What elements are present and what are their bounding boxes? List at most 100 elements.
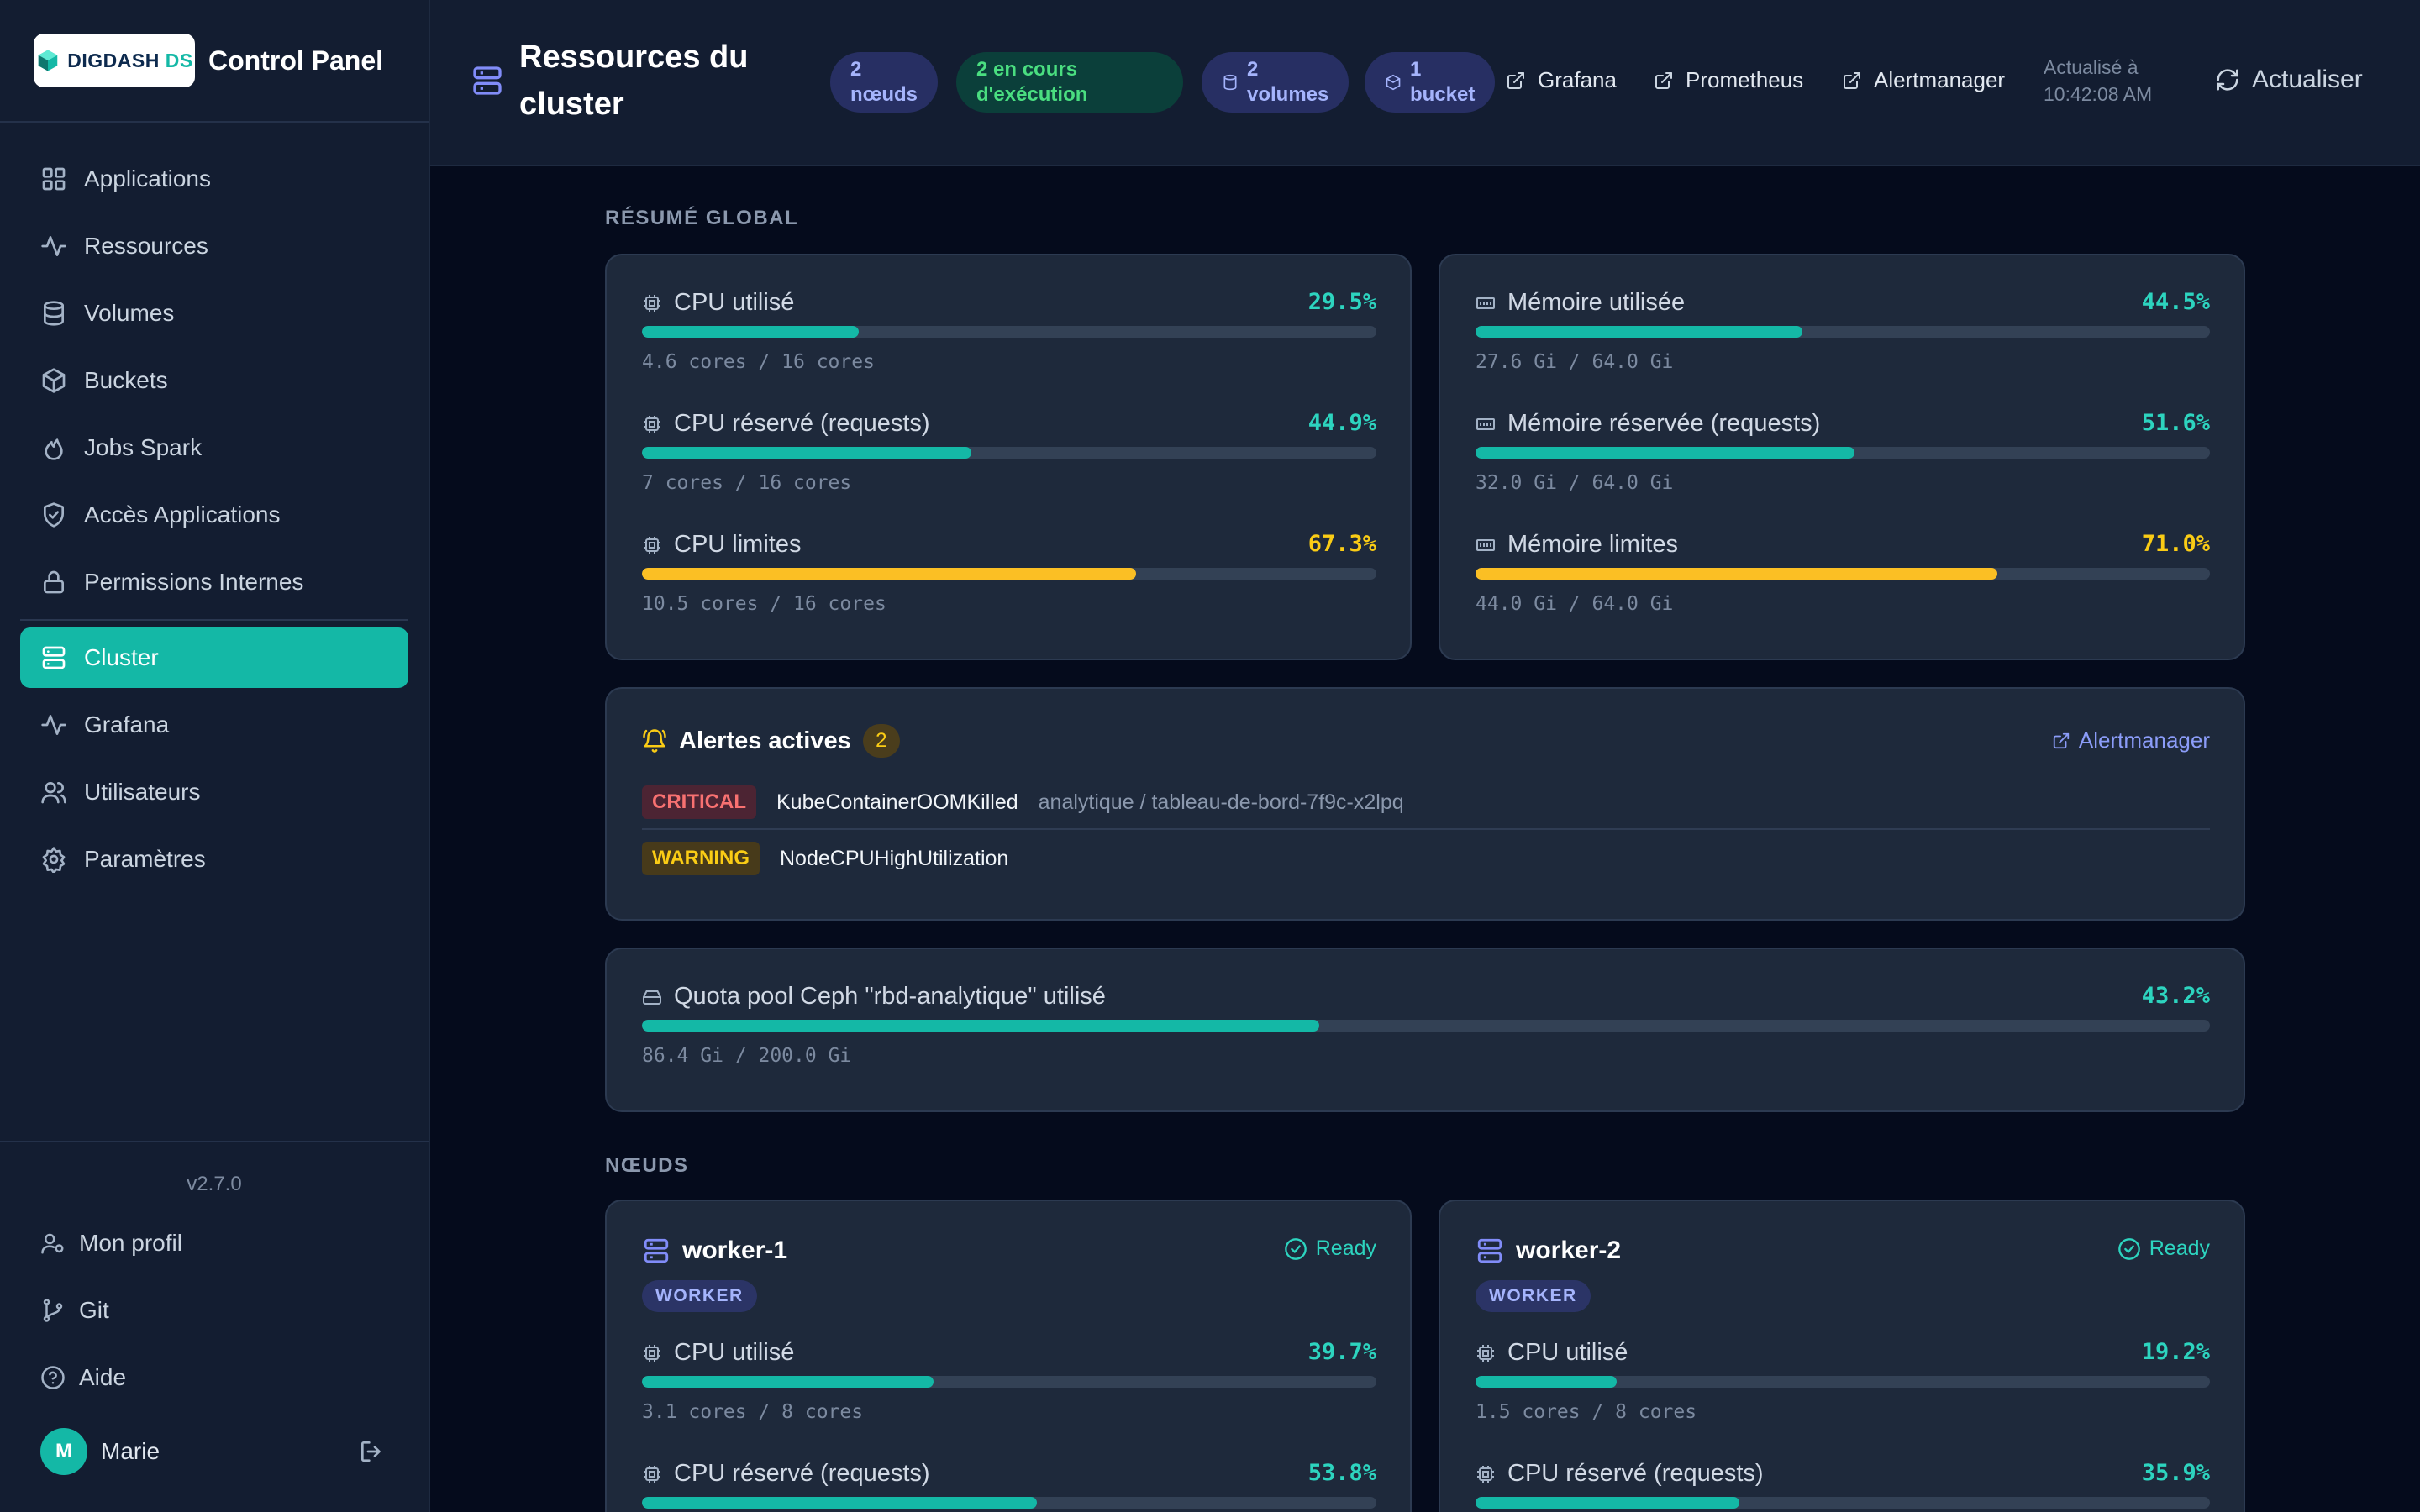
active-alerts-card: Alertes actives 2 Alertmanager CRITICAL … xyxy=(605,687,2245,921)
server-icon xyxy=(42,646,66,669)
memory-icon xyxy=(1476,297,1495,309)
metric-cpu-limits: CPU limites 67.3% 10.5 cores / 16 cores xyxy=(642,531,1376,652)
sidebar-item-utilisateurs[interactable]: Utilisateurs xyxy=(20,762,408,822)
metric-label: CPU réservé (requests) xyxy=(1507,1460,1764,1487)
brand: DIGDASH DS Control Panel xyxy=(0,0,429,123)
metric-memory-requests: Mémoire réservée (requests) 51.6% 32.0 G… xyxy=(1476,410,2210,531)
progress-track xyxy=(1476,326,2210,338)
sidebar: DIGDASH DS Control Panel Applications Re… xyxy=(0,0,430,1512)
git-branch-icon xyxy=(43,1299,63,1322)
sidebar-item-acces-applications[interactable]: Accès Applications xyxy=(20,485,408,545)
sidebar-item-volumes[interactable]: Volumes xyxy=(20,283,408,344)
metric-percent: 19.2% xyxy=(2141,1339,2210,1365)
sidebar-item-buckets[interactable]: Buckets xyxy=(20,350,408,411)
cpu-icon xyxy=(1477,1465,1494,1483)
progress-fill xyxy=(642,1376,934,1388)
logo-text: DIGDASH DS xyxy=(67,49,193,71)
grid-icon xyxy=(42,167,66,191)
refresh-button[interactable]: Actualiser xyxy=(2215,66,2363,94)
git-link[interactable]: Git xyxy=(0,1277,429,1344)
sidebar-item-parametres[interactable]: Paramètres xyxy=(20,829,408,890)
profile-link[interactable]: Mon profil xyxy=(0,1210,429,1277)
progress-fill xyxy=(1476,447,1854,459)
node-status: Ready xyxy=(2118,1236,2210,1261)
metric-node-cpu-requests: CPU réservé (requests) 53.8% xyxy=(642,1460,1376,1512)
metric-label: Mémoire limites xyxy=(1507,531,1679,558)
ceph-quota-card: Quota pool Ceph "rbd-analytique" utilisé… xyxy=(605,948,2245,1112)
alertmanager-card-link[interactable]: Alertmanager xyxy=(2052,727,2210,753)
metric-detail: 1.5 cores / 8 cores xyxy=(1476,1401,1697,1423)
sidebar-item-permissions-internes[interactable]: Permissions Internes xyxy=(20,552,408,612)
sidebar-item-applications[interactable]: Applications xyxy=(20,149,408,209)
severity-badge: CRITICAL xyxy=(642,785,756,819)
sidebar-item-label: Utilisateurs xyxy=(84,779,201,805)
help-link[interactable]: Aide xyxy=(0,1344,429,1411)
hard-drive-icon xyxy=(643,990,661,1005)
metric-label: CPU utilisé xyxy=(1507,1339,1628,1366)
alerts-title: Alertes actives xyxy=(679,727,851,754)
metric-node-cpu-requests: CPU réservé (requests) 35.9% xyxy=(1476,1460,2210,1512)
sidebar-item-ressources[interactable]: Ressources xyxy=(20,216,408,276)
flame-icon xyxy=(45,438,63,460)
avatar: M xyxy=(40,1428,87,1475)
logo[interactable]: DIGDASH DS xyxy=(34,34,195,87)
progress-track xyxy=(1476,447,2210,459)
metric-detail: 27.6 Gi / 64.0 Gi xyxy=(1476,351,1674,373)
volumes-count-badge: 2 volumes xyxy=(1202,52,1349,113)
package-icon xyxy=(1386,74,1401,91)
alert-target: analytique / tableau-de-bord-7f9c-x2lpq xyxy=(1038,790,1404,814)
progress-track xyxy=(642,447,1376,459)
main-content: RÉSUMÉ GLOBAL CPU utilisé 29.5% 4.6 core… xyxy=(605,166,2245,1512)
logout-button[interactable] xyxy=(358,1438,385,1465)
memory-icon xyxy=(1476,417,1495,430)
sidebar-item-cluster[interactable]: Cluster xyxy=(20,627,408,688)
bell-ring-icon xyxy=(643,729,666,753)
sidebar-item-label: Paramètres xyxy=(84,846,206,872)
alert-row[interactable]: CRITICAL KubeContainerOOMKilled analytiq… xyxy=(642,776,2210,830)
database-icon xyxy=(1223,74,1237,91)
alertmanager-link[interactable]: Alertmanager xyxy=(1842,67,2005,93)
lock-icon xyxy=(44,570,64,594)
alerts-count-badge: 2 xyxy=(862,724,900,758)
sidebar-item-grafana[interactable]: Grafana xyxy=(20,695,408,755)
grafana-link[interactable]: Grafana xyxy=(1506,67,1617,93)
help-circle-icon xyxy=(41,1366,65,1389)
sidebar-item-label: Volumes xyxy=(84,300,175,326)
database-icon xyxy=(44,301,64,326)
prometheus-link[interactable]: Prometheus xyxy=(1654,67,1803,93)
metric-label: CPU utilisé xyxy=(674,289,795,316)
metric-percent: 44.5% xyxy=(2141,289,2210,315)
metric-percent: 53.8% xyxy=(1307,1460,1376,1486)
node-card-worker-2: worker-2 Ready WORKER CPU utilisé 19.2% … xyxy=(1439,1200,2245,1512)
cpu-icon xyxy=(644,294,660,312)
metric-detail: 3.1 cores / 8 cores xyxy=(642,1401,864,1423)
user-cog-icon xyxy=(41,1233,64,1254)
server-icon xyxy=(471,64,504,97)
package-icon xyxy=(42,368,66,393)
metric-percent: 71.0% xyxy=(2141,531,2210,557)
external-link-icon xyxy=(1507,71,1524,89)
metric-label: Quota pool Ceph "rbd-analytique" utilisé xyxy=(674,983,1106,1010)
metric-label: CPU réservé (requests) xyxy=(674,1460,930,1487)
sidebar-item-jobs-spark[interactable]: Jobs Spark xyxy=(20,417,408,478)
users-icon xyxy=(41,782,66,804)
activity-icon xyxy=(41,236,66,256)
app-title: Control Panel xyxy=(208,45,384,76)
metric-cpu-requests: CPU réservé (requests) 44.9% 7 cores / 1… xyxy=(642,410,1376,531)
alert-row[interactable]: WARNING NodeCPUHighUtilization xyxy=(642,832,2210,885)
sidebar-footer: v2.7.0 Mon profil Git Aide M Marie xyxy=(0,1141,429,1512)
metric-percent: 29.5% xyxy=(1307,289,1376,315)
cpu-icon xyxy=(1477,1344,1494,1362)
external-link-icon xyxy=(1844,71,1860,89)
progress-track xyxy=(1476,1376,2210,1388)
external-link-icon xyxy=(2053,732,2070,748)
progress-fill xyxy=(642,1497,1038,1509)
logout-icon xyxy=(361,1441,381,1462)
sidebar-item-label: Cluster xyxy=(84,644,159,670)
nodes-count-badge: 2 nœuds xyxy=(830,52,938,113)
page-title: Ressources du cluster xyxy=(519,39,749,122)
metric-detail: 10.5 cores / 16 cores xyxy=(642,593,886,615)
server-icon xyxy=(642,1236,671,1265)
metric-percent: 44.9% xyxy=(1307,410,1376,436)
cube-logo-icon xyxy=(39,50,58,71)
